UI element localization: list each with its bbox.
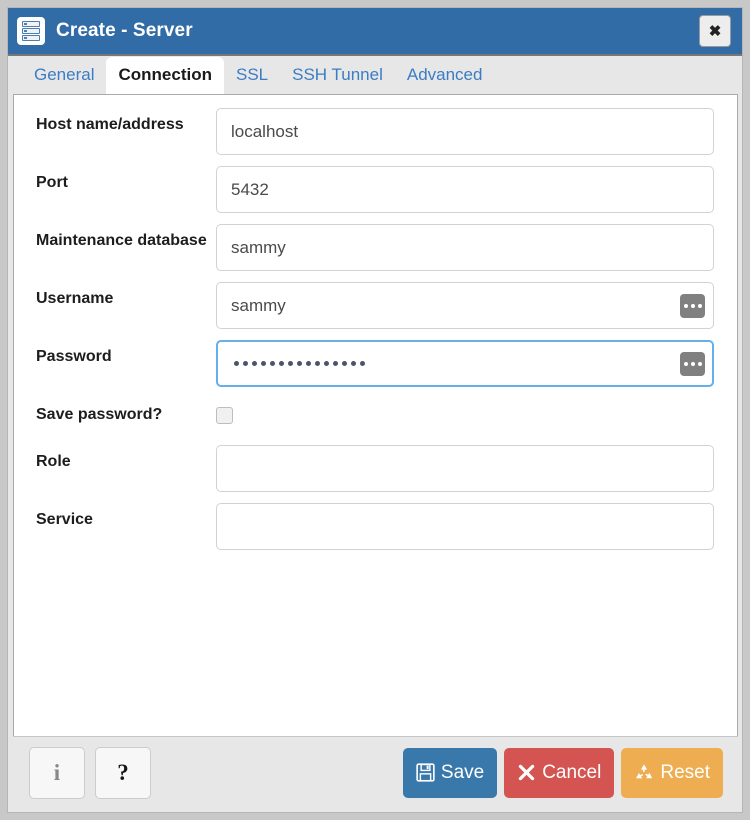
host-name-address-input[interactable] <box>216 108 714 155</box>
service-input[interactable] <box>216 503 714 550</box>
password-dot <box>315 361 320 366</box>
port-input[interactable] <box>216 166 714 213</box>
cancel-button-label: Cancel <box>542 761 602 783</box>
maintenance-database-input[interactable] <box>216 224 714 271</box>
field-label: Maintenance database <box>36 232 207 249</box>
form-row: Host name/address <box>14 108 737 155</box>
password-dot <box>324 361 329 366</box>
server-bar <box>22 21 40 27</box>
server-bar <box>22 35 40 41</box>
password-dot <box>279 361 284 366</box>
password-dot <box>252 361 257 366</box>
field-wrapper <box>216 445 714 492</box>
field-label: Save password? <box>36 406 163 423</box>
info-icon[interactable]: i <box>29 746 85 799</box>
field-label: Port <box>36 174 68 191</box>
dialog-title: Create - Server <box>56 20 193 41</box>
recycle-icon <box>634 763 654 783</box>
password-dot <box>270 361 275 366</box>
field-wrapper <box>216 503 714 550</box>
reset-button[interactable]: Reset <box>621 747 723 798</box>
tab-bar: General Connection SSL SSH Tunnel Advanced <box>8 56 742 94</box>
password-dot <box>342 361 347 366</box>
field-wrapper <box>216 340 714 387</box>
field-wrapper <box>216 166 714 213</box>
field-label: Password <box>36 348 112 365</box>
field-wrapper <box>216 398 714 424</box>
screen: Create - Server ✖ General Connection SSL SS… <box>0 0 750 820</box>
dialog-titlebar: Create - Server ✖ <box>8 8 742 56</box>
tab-advanced[interactable]: Advanced <box>395 58 495 94</box>
field-label: Service <box>36 511 93 528</box>
password-dot <box>243 361 248 366</box>
dialog-footer: i ? Save Cancel Reset <box>13 736 738 808</box>
ellipsis-dot <box>683 361 688 366</box>
tab-ssh-tunnel[interactable]: SSH Tunnel <box>280 58 395 94</box>
tab-connection[interactable]: Connection <box>106 57 224 94</box>
field-wrapper <box>216 282 714 329</box>
reset-button-label: Reset <box>660 761 710 783</box>
save-password-checkbox[interactable] <box>216 407 233 424</box>
form-panel: Host name/address Port Maintenance databas… <box>13 94 738 736</box>
field-wrapper <box>216 108 714 155</box>
password-dot <box>351 361 356 366</box>
password-dot <box>234 361 239 366</box>
password-dot <box>288 361 293 366</box>
ellipsis-dot <box>690 361 695 366</box>
close-x-icon <box>517 763 536 782</box>
ellipsis-icon[interactable] <box>680 293 705 318</box>
field-label: Role <box>36 453 71 470</box>
role-input[interactable] <box>216 445 714 492</box>
tab-general[interactable]: General <box>22 58 106 94</box>
ellipsis-dot <box>697 361 702 366</box>
cancel-button[interactable]: Cancel <box>504 747 615 798</box>
field-label: Username <box>36 290 114 307</box>
password-dot <box>360 361 365 366</box>
password-input[interactable] <box>216 340 714 387</box>
form-row: Role <box>14 445 737 492</box>
field-wrapper <box>216 224 714 271</box>
form-row: Username <box>14 282 737 329</box>
form-row: Password <box>14 340 737 387</box>
save-button-label: Save <box>440 761 485 783</box>
field-label: Host name/address <box>36 116 184 133</box>
ellipsis-dot <box>697 303 702 308</box>
password-dot <box>306 361 311 366</box>
form-row: Save password? <box>14 398 737 427</box>
password-mask <box>232 342 365 385</box>
ellipsis-dot <box>683 303 688 308</box>
password-dot <box>261 361 266 366</box>
close-icon[interactable]: ✖ <box>699 15 731 47</box>
password-dot <box>297 361 302 366</box>
save-button[interactable]: Save <box>402 747 498 798</box>
create-server-dialog: Create - Server ✖ General Connection SSL SS… <box>7 7 743 813</box>
form-row: Service <box>14 503 737 550</box>
help-icon[interactable]: ? <box>95 746 151 799</box>
floppy-disk-icon <box>416 763 435 782</box>
username-input[interactable] <box>216 282 714 329</box>
form-row: Maintenance database <box>14 224 737 271</box>
form-row: Port <box>14 166 737 213</box>
ellipsis-dot <box>690 303 695 308</box>
ellipsis-icon[interactable] <box>680 351 705 376</box>
tab-ssl[interactable]: SSL <box>224 58 280 94</box>
password-dot <box>333 361 338 366</box>
server-stack-icon <box>17 17 45 45</box>
server-bar <box>22 28 40 34</box>
